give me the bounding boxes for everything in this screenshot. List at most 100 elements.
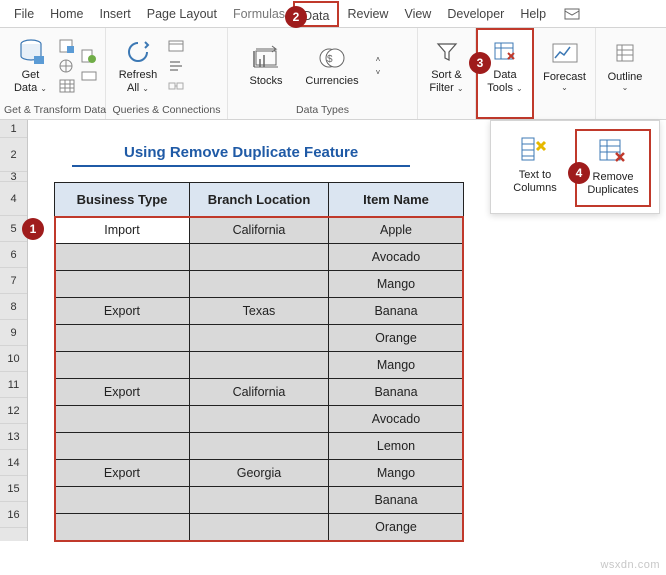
table-cell[interactable] bbox=[55, 433, 190, 460]
table-cell[interactable] bbox=[189, 352, 328, 379]
forecast-button[interactable]: Forecast ⌄ bbox=[540, 32, 589, 100]
col-header-item[interactable]: Item Name bbox=[329, 183, 464, 217]
table-cell[interactable]: Banana bbox=[329, 298, 464, 325]
row-hdr-13[interactable]: 13 bbox=[0, 424, 27, 450]
outline-button[interactable]: Outline ⌄ bbox=[602, 32, 648, 100]
table-cell[interactable] bbox=[55, 406, 190, 433]
row-hdr-7[interactable]: 7 bbox=[0, 268, 27, 294]
row-hdr-6[interactable]: 6 bbox=[0, 242, 27, 268]
table-cell[interactable] bbox=[55, 271, 190, 298]
row-hdr-14[interactable]: 14 bbox=[0, 450, 27, 476]
table-cell[interactable]: Lemon bbox=[329, 433, 464, 460]
row-hdr-11[interactable]: 11 bbox=[0, 372, 27, 398]
table-cell[interactable] bbox=[189, 325, 328, 352]
tab-view[interactable]: View bbox=[396, 1, 439, 27]
tab-help[interactable]: Help bbox=[512, 1, 554, 27]
sort-filter-button[interactable]: Sort & Filter ⌄ bbox=[424, 32, 469, 100]
stocks-button[interactable]: Stocks bbox=[236, 36, 296, 96]
row-hdr-3[interactable]: 3 bbox=[0, 172, 27, 182]
table-row: ExportTexasBanana bbox=[55, 298, 464, 325]
table-cell[interactable] bbox=[189, 406, 328, 433]
row-hdr-16[interactable]: 16 bbox=[0, 502, 27, 528]
ribbon: Get Data ⌄ Get & Transform Data Refresh bbox=[0, 28, 666, 120]
share-icon[interactable] bbox=[558, 6, 586, 22]
group-label-datatypes: Data Types bbox=[228, 103, 417, 119]
tab-file[interactable]: File bbox=[6, 1, 42, 27]
table-cell[interactable]: Georgia bbox=[189, 460, 328, 487]
group-label-dt bbox=[478, 102, 532, 118]
row-hdr-15[interactable]: 15 bbox=[0, 476, 27, 502]
tab-developer[interactable]: Developer bbox=[439, 1, 512, 27]
table-cell[interactable]: Export bbox=[55, 460, 190, 487]
group-data-types: Stocks $ Currencies ˄˅ Data Types bbox=[228, 28, 418, 119]
table-cell[interactable]: Mango bbox=[329, 352, 464, 379]
group-forecast: Forecast ⌄ bbox=[534, 28, 596, 119]
table-cell[interactable]: Apple bbox=[329, 217, 464, 244]
edit-links-icon[interactable] bbox=[166, 77, 186, 95]
properties-icon[interactable] bbox=[166, 57, 186, 75]
row-hdr-2[interactable]: 2 bbox=[0, 138, 27, 172]
tab-insert[interactable]: Insert bbox=[92, 1, 139, 27]
refresh-label1: Refresh bbox=[119, 69, 158, 82]
text-to-columns-button[interactable]: Text to Columns bbox=[497, 129, 573, 207]
col-header-business[interactable]: Business Type bbox=[55, 183, 190, 217]
rd-l2: Duplicates bbox=[587, 184, 638, 197]
from-table-icon[interactable] bbox=[57, 77, 77, 95]
row-hdr-8[interactable]: 8 bbox=[0, 294, 27, 320]
table-row: Avocado bbox=[55, 244, 464, 271]
from-text-icon[interactable] bbox=[57, 37, 77, 55]
funnel-icon bbox=[435, 37, 459, 67]
table-cell[interactable] bbox=[189, 487, 328, 514]
table-cell[interactable] bbox=[55, 325, 190, 352]
queries-icon[interactable] bbox=[166, 37, 186, 55]
table-cell[interactable]: Export bbox=[55, 379, 190, 406]
currencies-button[interactable]: $ Currencies bbox=[302, 36, 362, 96]
table-cell[interactable]: Import bbox=[55, 217, 190, 244]
tab-home[interactable]: Home bbox=[42, 1, 91, 27]
table-cell[interactable]: California bbox=[189, 379, 328, 406]
get-data-button[interactable]: Get Data ⌄ bbox=[6, 32, 55, 100]
tab-formulas[interactable]: Formulas bbox=[225, 1, 293, 27]
row-hdr-4[interactable]: 4 bbox=[0, 182, 27, 216]
forecast-chev: ⌄ bbox=[561, 83, 568, 92]
table-row: Avocado bbox=[55, 406, 464, 433]
tab-review[interactable]: Review bbox=[339, 1, 396, 27]
table-cell[interactable]: Mango bbox=[329, 271, 464, 298]
table-cell[interactable]: Orange bbox=[329, 514, 464, 541]
row-hdr-12[interactable]: 12 bbox=[0, 398, 27, 424]
stocks-icon bbox=[250, 45, 282, 75]
table-cell[interactable]: Texas bbox=[189, 298, 328, 325]
forecast-icon bbox=[552, 39, 578, 69]
table-cell[interactable]: Avocado bbox=[329, 244, 464, 271]
forecast-label: Forecast bbox=[543, 71, 586, 84]
from-web-icon[interactable] bbox=[57, 57, 77, 75]
ttc-l1: Text to bbox=[519, 169, 551, 182]
table-cell[interactable]: California bbox=[189, 217, 328, 244]
table-cell[interactable] bbox=[189, 244, 328, 271]
table-cell[interactable] bbox=[55, 514, 190, 541]
get-data-small-buttons bbox=[55, 37, 77, 95]
table-cell[interactable]: Banana bbox=[329, 487, 464, 514]
table-cell[interactable] bbox=[189, 271, 328, 298]
table-cell[interactable]: Orange bbox=[329, 325, 464, 352]
table-cell[interactable] bbox=[55, 352, 190, 379]
existing-connections-icon[interactable] bbox=[79, 67, 99, 85]
table-cell[interactable]: Banana bbox=[329, 379, 464, 406]
col-header-branch[interactable]: Branch Location bbox=[189, 183, 328, 217]
table-cell[interactable]: Mango bbox=[329, 460, 464, 487]
table-cell[interactable]: Avocado bbox=[329, 406, 464, 433]
row-hdr-9[interactable]: 9 bbox=[0, 320, 27, 346]
get-data-label2: Data ⌄ bbox=[14, 82, 47, 95]
datatypes-expand[interactable]: ˄˅ bbox=[370, 55, 386, 77]
refresh-all-button[interactable]: Refresh All ⌄ bbox=[112, 32, 164, 100]
recent-sources-icon[interactable] bbox=[79, 47, 99, 65]
table-cell[interactable] bbox=[189, 514, 328, 541]
table-cell[interactable] bbox=[55, 487, 190, 514]
table-cell[interactable] bbox=[55, 244, 190, 271]
table-cell[interactable] bbox=[189, 433, 328, 460]
table-cell[interactable]: Export bbox=[55, 298, 190, 325]
tab-page-layout[interactable]: Page Layout bbox=[139, 1, 225, 27]
row-hdr-10[interactable]: 10 bbox=[0, 346, 27, 372]
group-sort-filter: Sort & Filter ⌄ bbox=[418, 28, 476, 119]
row-hdr-1[interactable]: 1 bbox=[0, 120, 27, 138]
